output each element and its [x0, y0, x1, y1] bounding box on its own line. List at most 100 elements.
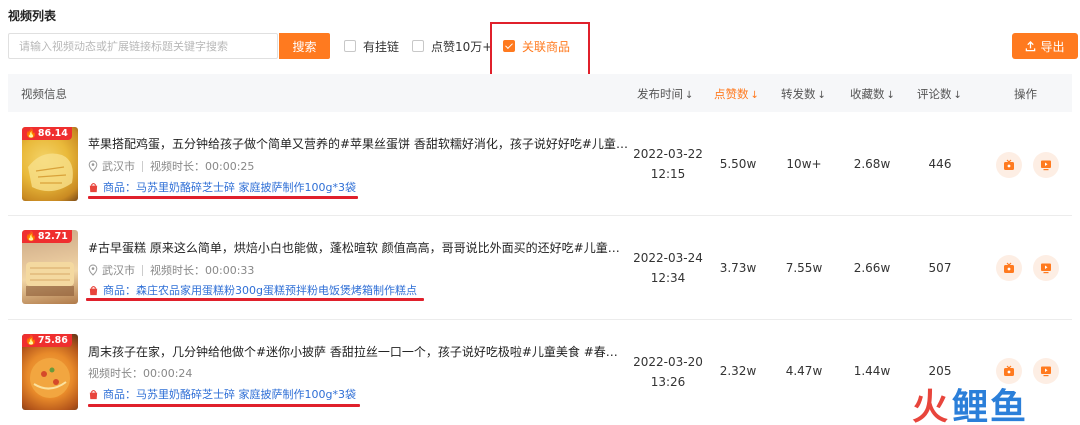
fire-icon: 🔥 — [25, 128, 37, 139]
table-row: 🔥 82.71 #古早蛋糕 原来这么简单，烘焙小白也能做，蓬松暄软 颜值高高，哥哥… — [8, 216, 1072, 320]
time-text: 12:15 — [650, 167, 686, 181]
collects-count: 2.66w — [853, 261, 891, 275]
likes-count: 3.73w — [719, 261, 757, 275]
heat-score: 75.86 — [37, 335, 68, 346]
column-label: 评论数 — [917, 87, 952, 101]
video-meta: 武汉市 视频时长：00:00:33 — [88, 262, 254, 278]
collects-count: 1.44w — [853, 364, 891, 378]
heat-badge: 🔥 82.71 — [22, 230, 72, 243]
reposts-count: 10w+ — [786, 157, 822, 171]
table-row: 🔥 86.14 苹果搭配鸡蛋，五分钟给孩子做个简单又营养的#苹果丝蛋饼 香甜软糯好… — [8, 112, 1072, 216]
product-text[interactable]: 商品：森庄农品家用蛋糕粉300g蛋糕预拌粉电饭煲烤箱制作糕点 — [103, 282, 417, 298]
checkbox-icon[interactable] — [344, 40, 356, 52]
video-play-button[interactable] — [1033, 255, 1059, 281]
video-thumbnail[interactable]: 🔥 86.14 — [22, 127, 78, 201]
linked-product[interactable]: 商品：马苏里奶酪碎芝士碎 家庭披萨制作100g*3袋 — [88, 386, 356, 402]
column-label: 转发数 — [781, 87, 816, 101]
column-video-info: 视频信息 — [21, 87, 67, 101]
tv-icon — [1004, 365, 1014, 376]
shopping-bag-icon — [89, 182, 98, 192]
publish-date: 2022-03-24 12:34 — [630, 248, 706, 288]
collects-count: 2.68w — [853, 157, 891, 171]
column-label: 收藏数 — [850, 87, 885, 101]
sort-down-icon[interactable]: ↓ — [751, 90, 759, 101]
shopping-bag-icon — [89, 285, 98, 295]
watermark-logo: 火 鲤鱼 — [912, 378, 1028, 425]
date-text: 2022-03-22 — [633, 147, 703, 161]
export-button[interactable]: 导出 — [1012, 33, 1078, 59]
reposts-count: 7.55w — [785, 261, 823, 275]
heat-badge: 🔥 86.14 — [22, 127, 72, 140]
divider — [142, 264, 143, 276]
date-text: 2022-03-24 — [633, 251, 703, 265]
video-title[interactable]: 周末孩子在家，几分钟给他做个#迷你小披萨 香甜拉丝一口一个，孩子说好吃极啦#儿童… — [88, 343, 628, 360]
column-publish-time[interactable]: 发布时间 ↓ — [637, 86, 693, 102]
filter-has-link[interactable]: 有挂链 — [344, 38, 399, 54]
highlight-underline — [86, 298, 424, 301]
column-reposts[interactable]: 转发数 ↓ — [781, 86, 826, 102]
likes-count: 2.32w — [719, 364, 757, 378]
video-title[interactable]: #古早蛋糕 原来这么简单，烘焙小白也能做，蓬松暄软 颜值高高，哥哥说比外面买的还… — [88, 239, 628, 256]
video-thumbnail[interactable]: 🔥 82.71 — [22, 230, 78, 304]
product-text[interactable]: 商品：马苏里奶酪碎芝士碎 家庭披萨制作100g*3袋 — [103, 179, 356, 195]
sort-down-icon[interactable]: ↓ — [887, 90, 895, 101]
fire-icon: 🔥 — [25, 335, 37, 346]
filter-likes-100k[interactable]: 点赞10万+ — [412, 38, 492, 54]
search-input[interactable] — [8, 33, 278, 59]
sort-down-icon[interactable]: ↓ — [954, 90, 962, 101]
play-video-icon — [1041, 263, 1051, 274]
video-play-button[interactable] — [1033, 152, 1059, 178]
time-text: 13:26 — [650, 375, 686, 389]
linked-product[interactable]: 商品：森庄农品家用蛋糕粉300g蛋糕预拌粉电饭煲烤箱制作糕点 — [88, 282, 417, 298]
table-header: 视频信息 发布时间 ↓ 点赞数 ↓ 转发数 ↓ 收藏数 ↓ 评论数 ↓ 操作 — [8, 74, 1072, 112]
export-icon — [1026, 40, 1036, 51]
video-play-button[interactable] — [1033, 358, 1059, 384]
column-likes[interactable]: 点赞数 ↓ — [714, 86, 759, 102]
fire-icon: 🔥 — [25, 231, 37, 242]
publish-date: 2022-03-20 13:26 — [630, 352, 706, 392]
duration-text: 视频时长：00:00:33 — [150, 264, 255, 277]
divider — [142, 160, 143, 172]
filter-label: 点赞10万+ — [431, 39, 493, 54]
column-comments[interactable]: 评论数 ↓ — [917, 86, 962, 102]
column-collects[interactable]: 收藏数 ↓ — [850, 86, 895, 102]
column-label: 发布时间 — [637, 87, 683, 101]
export-label: 导出 — [1040, 39, 1065, 54]
video-meta: 武汉市 视频时长：00:00:25 — [88, 158, 254, 174]
highlight-underline — [88, 196, 358, 199]
checkbox-icon[interactable] — [412, 40, 424, 52]
heat-score: 86.14 — [37, 128, 68, 139]
sort-down-icon[interactable]: ↓ — [685, 90, 693, 101]
highlight-annotation-box — [490, 22, 590, 78]
heat-score: 82.71 — [37, 231, 68, 242]
highlight-underline — [88, 404, 360, 407]
tv-icon — [1004, 262, 1014, 273]
comments-count: 205 — [928, 364, 952, 378]
filter-label: 有挂链 — [363, 39, 400, 54]
publish-date: 2022-03-22 12:15 — [630, 144, 706, 184]
linked-product[interactable]: 商品：马苏里奶酪碎芝士碎 家庭披萨制作100g*3袋 — [88, 179, 356, 195]
play-video-icon — [1041, 366, 1051, 377]
time-text: 12:34 — [650, 271, 686, 285]
sort-down-icon[interactable]: ↓ — [818, 90, 826, 101]
location-pin-icon — [88, 160, 98, 172]
column-label: 点赞数 — [714, 87, 749, 101]
video-title[interactable]: 苹果搭配鸡蛋，五分钟给孩子做个简单又营养的#苹果丝蛋饼 香甜软糯好消化，孩子说好… — [88, 135, 628, 152]
product-text[interactable]: 商品：马苏里奶酪碎芝士碎 家庭披萨制作100g*3袋 — [103, 386, 356, 402]
date-text: 2022-03-20 — [633, 355, 703, 369]
heat-badge: 🔥 75.86 — [22, 334, 72, 347]
watermark-part1: 火 — [912, 387, 951, 425]
watermark-part2: 鲤鱼 — [952, 387, 1029, 425]
tv-action-button[interactable] — [996, 255, 1022, 281]
likes-count: 5.50w — [719, 157, 757, 171]
tv-icon — [1004, 159, 1014, 170]
duration-text: 视频时长：00:00:24 — [88, 367, 193, 380]
play-video-icon — [1041, 160, 1051, 171]
column-actions: 操作 — [1014, 87, 1037, 101]
video-thumbnail[interactable]: 🔥 75.86 — [22, 334, 78, 410]
tv-action-button[interactable] — [996, 152, 1022, 178]
location-text: 武汉市 — [102, 264, 135, 277]
search-button[interactable]: 搜索 — [279, 33, 330, 59]
reposts-count: 4.47w — [785, 364, 823, 378]
duration-text: 视频时长：00:00:25 — [150, 160, 255, 173]
